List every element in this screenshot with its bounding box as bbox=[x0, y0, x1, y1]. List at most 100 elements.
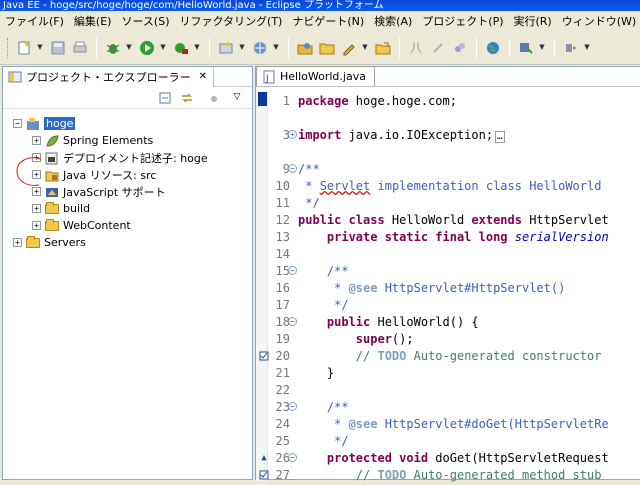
code-line[interactable]: 23 − /** bbox=[256, 398, 640, 415]
folder-icon bbox=[44, 201, 60, 216]
run-icon[interactable] bbox=[138, 39, 156, 57]
explorer-tab-bar: プロジェクト・エクスプローラー ✕ bbox=[3, 66, 252, 87]
menu-project[interactable]: プロジェクト(P) bbox=[417, 13, 508, 29]
menu-search[interactable]: 検索(A) bbox=[369, 13, 417, 29]
expand-fold-icon[interactable]: + bbox=[288, 130, 297, 139]
code-line[interactable]: 17 */ bbox=[256, 296, 640, 313]
tab-helloworld-java[interactable]: J HelloWorld.java bbox=[256, 66, 375, 86]
tree-item-label: build bbox=[63, 202, 91, 215]
debug-dropdown-icon[interactable]: ▼ bbox=[126, 39, 132, 57]
external-tools-icon[interactable] bbox=[172, 39, 190, 57]
code-line[interactable]: 18 − public HelloWorld() { bbox=[256, 313, 640, 330]
menu-window[interactable]: ウィンドウ(W) bbox=[557, 13, 640, 29]
tab-project-explorer[interactable]: プロジェクト・エクスプローラー ✕ bbox=[3, 66, 215, 87]
tree-item-build[interactable]: + build bbox=[32, 200, 90, 217]
menu-edit[interactable]: 編集(E) bbox=[69, 13, 117, 29]
collapse-toggle[interactable]: − bbox=[13, 119, 22, 128]
tree-item-servers[interactable]: + Servers bbox=[13, 234, 86, 251]
editor-tab-label: HelloWorld.java bbox=[280, 70, 366, 83]
collapse-fold-icon[interactable]: − bbox=[288, 164, 297, 173]
tree-item-hoge[interactable]: − hoge bbox=[13, 115, 76, 132]
menu-refactor[interactable]: リファクタリング(T) bbox=[174, 13, 287, 29]
code-line[interactable]: 11 */ bbox=[256, 194, 640, 211]
collapse-fold-icon[interactable]: − bbox=[288, 266, 297, 275]
expand-toggle[interactable]: + bbox=[13, 238, 22, 247]
expand-toggle[interactable]: + bbox=[32, 204, 41, 213]
toolbar-grip[interactable] bbox=[7, 37, 10, 58]
view-menu-icon[interactable] bbox=[206, 89, 224, 107]
code-line[interactable]: 10 * Servlet implementation class HelloW… bbox=[256, 177, 640, 194]
code-line[interactable]: 3 + import java.io.IOException;… bbox=[256, 126, 640, 143]
code-line[interactable]: 16 * @see HttpServlet#HttpServlet() bbox=[256, 279, 640, 296]
window-title-bar: Java EE - hoge/src/hoge/hoge/com/HelloWo… bbox=[0, 0, 640, 11]
external-tools-dropdown-icon[interactable]: ▼ bbox=[194, 39, 200, 57]
code-line[interactable]: 20 // TODO Auto-generated constructor bbox=[256, 347, 640, 364]
code-line[interactable]: 9 − /** bbox=[256, 160, 640, 177]
open-type-icon[interactable] bbox=[296, 39, 314, 57]
open-folder-icon[interactable] bbox=[318, 39, 336, 57]
code-area[interactable]: 1 package hoge.hoge.com; 3 + import java… bbox=[256, 91, 640, 483]
expand-toggle[interactable]: + bbox=[32, 136, 41, 145]
collapse-fold-icon[interactable]: − bbox=[288, 317, 297, 326]
code-line[interactable]: ▲ 26 − protected void doGet(HttpServletR… bbox=[256, 449, 640, 466]
pen-dropdown-icon[interactable]: ▼ bbox=[362, 39, 368, 57]
code-line[interactable]: 21 } bbox=[256, 364, 640, 381]
java-perspective-dropdown-icon[interactable]: ▼ bbox=[539, 39, 545, 57]
collapse-fold-icon[interactable]: − bbox=[288, 453, 297, 462]
toggle-mark-icon[interactable] bbox=[429, 39, 447, 57]
tree-item-javascript-support[interactable]: + JavaScript サポート bbox=[32, 183, 166, 200]
link-with-editor-icon[interactable] bbox=[178, 89, 196, 107]
tree-item-java-resources[interactable]: + Java リソース: src bbox=[32, 166, 156, 183]
code-line[interactable]: 25 */ bbox=[256, 432, 640, 449]
globe-icon[interactable] bbox=[484, 39, 502, 57]
menu-run[interactable]: 実行(R) bbox=[509, 13, 557, 29]
annotation-icon[interactable] bbox=[451, 39, 469, 57]
code-line[interactable]: 14 bbox=[256, 245, 640, 262]
open-file-icon[interactable] bbox=[374, 39, 392, 57]
code-line[interactable]: 1 package hoge.hoge.com; bbox=[256, 92, 640, 109]
save-icon[interactable] bbox=[49, 39, 67, 57]
editor-tab-bar: J HelloWorld.java bbox=[256, 66, 640, 87]
new-dropdown-icon[interactable]: ▼ bbox=[37, 39, 43, 57]
project-icon bbox=[25, 117, 41, 131]
pen-icon[interactable] bbox=[340, 39, 358, 57]
new-server-dropdown-icon[interactable]: ▼ bbox=[239, 39, 245, 57]
code-line[interactable]: 13 private static final long serialVersi… bbox=[256, 228, 640, 245]
search-icon[interactable] bbox=[407, 39, 425, 57]
folder-icon bbox=[44, 218, 60, 233]
code-line[interactable]: 19 super(); bbox=[256, 330, 640, 347]
print-icon[interactable] bbox=[71, 39, 89, 57]
tree-item-webcontent[interactable]: + WebContent bbox=[32, 217, 131, 234]
code-line[interactable]: 24 * @see HttpServlet#doGet(HttpServletR… bbox=[256, 415, 640, 432]
debug-icon[interactable] bbox=[104, 39, 122, 57]
tree-item-label: Spring Elements bbox=[63, 134, 154, 147]
new-server-icon[interactable] bbox=[217, 39, 235, 57]
menu-navigate[interactable]: ナビゲート(N) bbox=[287, 13, 369, 29]
new-web-icon[interactable] bbox=[251, 39, 269, 57]
collapse-all-icon[interactable] bbox=[156, 89, 174, 107]
toolbar-separator bbox=[509, 37, 510, 58]
tree-item-label: JavaScript サポート bbox=[63, 185, 166, 199]
expand-toggle[interactable]: + bbox=[32, 221, 41, 230]
view-menu-chevron-down-icon[interactable]: ▽ bbox=[228, 89, 246, 107]
next-annotation-icon[interactable] bbox=[562, 39, 580, 57]
java-perspective-icon[interactable] bbox=[517, 39, 535, 57]
menu-source[interactable]: ソース(S) bbox=[116, 13, 174, 29]
code-line[interactable]: 15 − /** bbox=[256, 262, 640, 279]
collapse-fold-icon[interactable]: − bbox=[288, 402, 297, 411]
new-web-dropdown-icon[interactable]: ▼ bbox=[273, 39, 279, 57]
close-icon[interactable]: ✕ bbox=[199, 71, 207, 82]
explorer-view-icon bbox=[7, 70, 23, 84]
code-line[interactable]: 22 bbox=[256, 381, 640, 398]
tree-item-label: デプロイメント記述子: hoge bbox=[63, 151, 208, 165]
tree-item-label: Java リソース: src bbox=[63, 168, 157, 182]
new-icon[interactable] bbox=[15, 39, 33, 57]
next-annotation-dropdown-icon[interactable]: ▼ bbox=[584, 39, 590, 57]
tree-item-deployment-descriptor[interactable]: + デプロイメント記述子: hoge bbox=[32, 149, 208, 166]
code-line[interactable]: 27 // TODO Auto-generated method stub bbox=[256, 466, 640, 483]
run-dropdown-icon[interactable]: ▼ bbox=[160, 39, 166, 57]
code-line[interactable]: 12 public class HelloWorld extends HttpS… bbox=[256, 211, 640, 228]
menu-file[interactable]: ファイル(F) bbox=[0, 13, 69, 29]
tree-item-spring-elements[interactable]: + Spring Elements bbox=[32, 132, 153, 149]
svg-text:J: J bbox=[265, 74, 269, 84]
